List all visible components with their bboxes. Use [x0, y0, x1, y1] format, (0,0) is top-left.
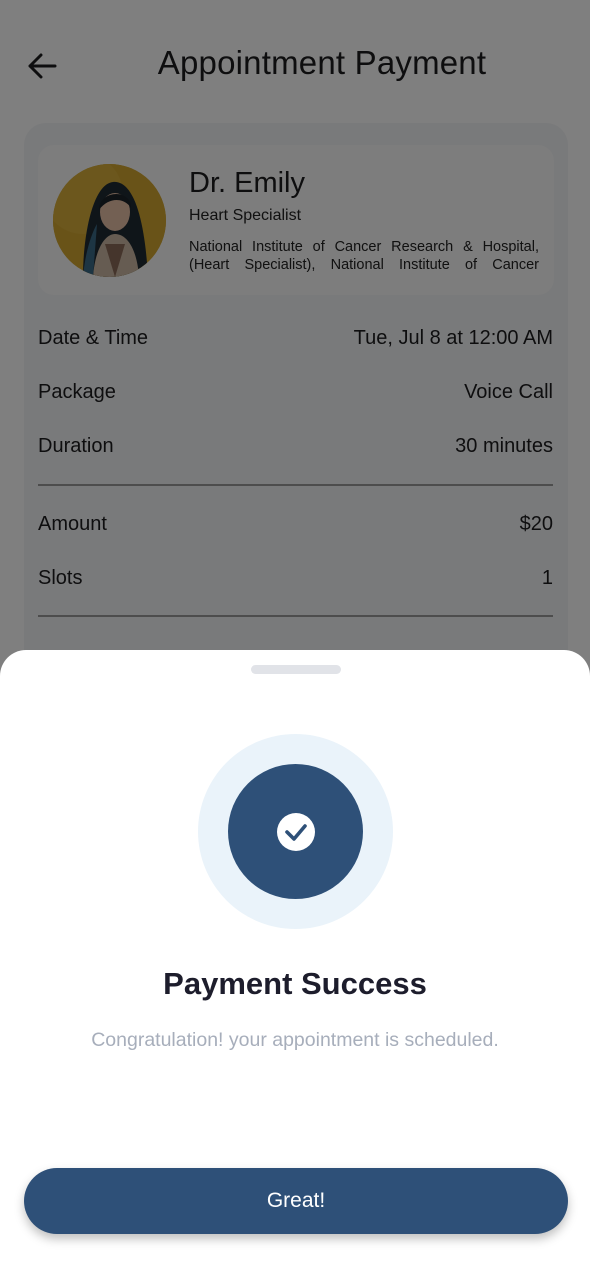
payment-success-sheet: Payment Success Congratulation! your app…: [0, 650, 590, 1278]
great-button[interactable]: Great!: [24, 1168, 568, 1234]
success-indicator: [198, 734, 393, 929]
check-icon: [284, 823, 307, 841]
drag-handle[interactable]: [251, 665, 341, 674]
success-title: Payment Success: [163, 966, 427, 1001]
success-message: Congratulation! your appointment is sche…: [91, 1029, 499, 1051]
